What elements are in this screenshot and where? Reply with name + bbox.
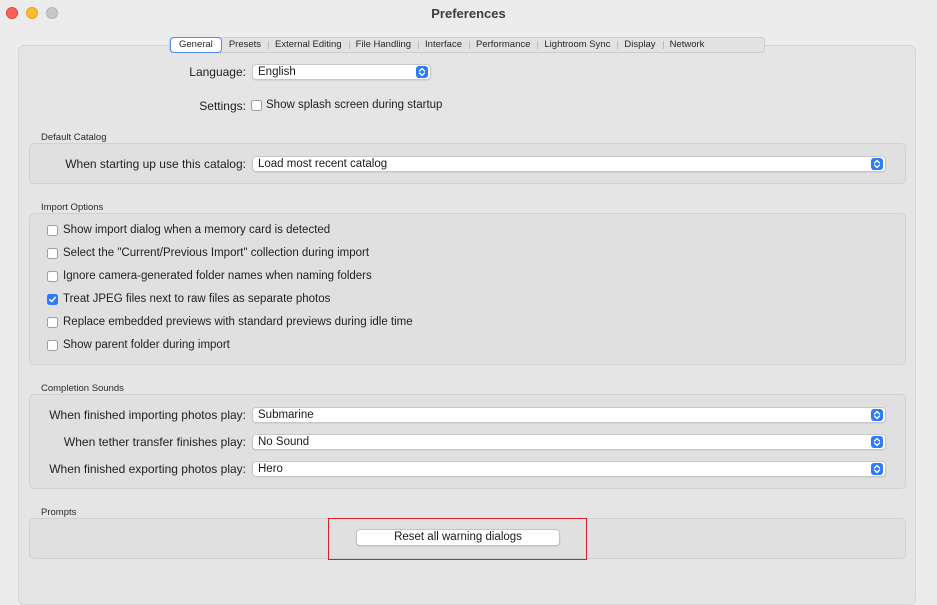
import-option-label: Select the "Current/Previous Import" col… <box>63 247 370 259</box>
catalog-label: When starting up use this catalog: <box>65 157 246 171</box>
language-label: Language: <box>189 65 246 79</box>
settings-label: Settings: <box>199 99 246 113</box>
default-catalog-title: Default Catalog <box>41 132 107 143</box>
import-option-checkbox[interactable] <box>47 317 58 328</box>
import-option-checkbox[interactable] <box>47 294 58 305</box>
chevron-updown-icon <box>871 436 883 448</box>
tab-interface[interactable]: Interface <box>418 38 469 52</box>
tab-performance[interactable]: Performance <box>469 38 537 52</box>
splash-screen-label: Show splash screen during startup <box>266 99 443 111</box>
tab-general[interactable]: General <box>170 36 222 53</box>
import-option-checkbox[interactable] <box>47 248 58 259</box>
import-sound-label: When finished importing photos play: <box>49 408 246 422</box>
highlight-box <box>328 518 587 560</box>
language-value: English <box>258 66 296 78</box>
completion-sounds-title: Completion Sounds <box>41 383 124 394</box>
import-options-title: Import Options <box>41 202 104 213</box>
chevron-updown-icon <box>871 463 883 475</box>
prompts-title: Prompts <box>41 507 77 518</box>
tab-bar: General Presets External Editing File Ha… <box>169 36 765 53</box>
import-option-checkbox[interactable] <box>47 340 58 351</box>
splash-screen-checkbox[interactable] <box>251 100 262 111</box>
tab-display[interactable]: Display <box>617 38 662 52</box>
tab-lightroom-sync[interactable]: Lightroom Sync <box>537 38 617 52</box>
tab-external-editing[interactable]: External Editing <box>268 38 349 52</box>
import-option-label: Show import dialog when a memory card is… <box>63 224 331 236</box>
tether-sound-select[interactable]: No Sound <box>252 434 886 450</box>
chevron-updown-icon <box>416 66 428 78</box>
import-option-checkbox[interactable] <box>47 271 58 282</box>
language-select[interactable]: English <box>252 64 431 80</box>
preferences-window: Preferences General Presets External Edi… <box>0 0 937 605</box>
tether-sound-value: No Sound <box>258 436 310 448</box>
import-option-checkbox[interactable] <box>47 225 58 236</box>
tab-network[interactable]: Network <box>662 38 712 52</box>
import-option-label: Show parent folder during import <box>63 339 230 351</box>
import-sound-select[interactable]: Submarine <box>252 407 886 423</box>
chevron-updown-icon <box>871 409 883 421</box>
catalog-value: Load most recent catalog <box>258 158 388 170</box>
import-option-label: Treat JPEG files next to raw files as se… <box>63 293 331 305</box>
import-sound-value: Submarine <box>258 409 314 421</box>
export-sound-label: When finished exporting photos play: <box>49 462 246 476</box>
tether-sound-label: When tether transfer finishes play: <box>63 435 246 449</box>
tab-presets[interactable]: Presets <box>222 38 268 52</box>
checkmark-icon <box>49 296 57 303</box>
tab-file-handling[interactable]: File Handling <box>348 38 418 52</box>
export-sound-select[interactable]: Hero <box>252 461 886 477</box>
title-bar: Preferences <box>0 0 937 28</box>
window-title: Preferences <box>431 6 506 21</box>
chevron-updown-icon <box>871 158 883 170</box>
import-option-label: Ignore camera-generated folder names whe… <box>63 270 372 282</box>
catalog-select[interactable]: Load most recent catalog <box>252 156 886 172</box>
export-sound-value: Hero <box>258 463 283 475</box>
import-option-label: Replace embedded previews with standard … <box>63 316 413 328</box>
